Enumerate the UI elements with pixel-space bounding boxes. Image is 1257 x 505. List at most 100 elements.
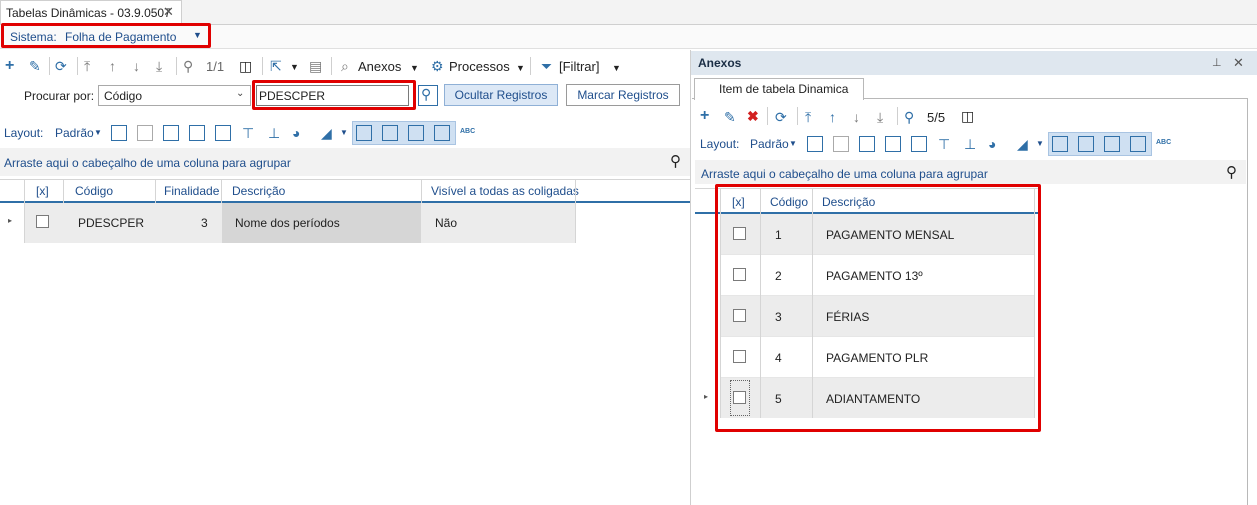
move-down-icon[interactable] — [215, 125, 231, 141]
toolbar-separator — [77, 57, 78, 75]
toolbar-separator — [331, 57, 332, 75]
wrap-icon[interactable] — [163, 125, 179, 141]
move-down-icon[interactable] — [911, 136, 927, 152]
row-indicator-icon: ▸ — [8, 216, 13, 225]
gear-icon[interactable]: ⚙ — [431, 58, 444, 74]
grid-border — [0, 179, 690, 180]
chevron-down-icon[interactable]: ▼ — [789, 139, 797, 148]
edit-icon[interactable]: ✎ — [724, 109, 736, 125]
pin-icon[interactable]: ⊥ — [964, 136, 976, 152]
chevron-down-icon[interactable]: ▼ — [516, 60, 525, 76]
highlight-box-search — [252, 80, 416, 110]
tab-label: Item de tabela Dinamica — [719, 82, 849, 96]
document-tab-strip — [0, 0, 1257, 25]
view-mode-3-icon[interactable] — [408, 125, 424, 141]
move-up-icon[interactable] — [189, 125, 205, 141]
column-header-visivel[interactable]: Visível a todas as coligadas — [431, 184, 579, 198]
next-record-icon[interactable]: ↓ — [133, 58, 140, 74]
wrap-icon[interactable] — [859, 136, 875, 152]
pin-icon[interactable]: ⊥ — [1212, 56, 1222, 69]
paint-icon[interactable]: ⊤ — [938, 136, 950, 152]
view-mode-4-icon[interactable] — [1130, 136, 1146, 152]
add-row-icon[interactable] — [111, 125, 127, 141]
magnifier-icon[interactable]: ⚲ — [904, 109, 914, 125]
ocultar-registros-button[interactable]: Ocultar Registros — [444, 84, 558, 106]
refresh-icon[interactable]: ⟳ — [775, 109, 787, 125]
filter-menu[interactable]: [Filtrar] — [559, 59, 599, 74]
refresh-icon[interactable]: ⟳ — [55, 58, 67, 74]
color-icon[interactable]: ◕ — [988, 136, 996, 152]
edit-icon[interactable]: ✎ — [29, 58, 41, 74]
column-header-codigo[interactable]: Código — [75, 184, 113, 198]
abc-icon[interactable]: ABC — [460, 128, 475, 135]
chevron-down-icon[interactable]: ▼ — [410, 60, 419, 76]
view-mode-1-icon[interactable] — [1052, 136, 1068, 152]
group-hint: Arraste aqui o cabeçalho de uma coluna p… — [701, 167, 988, 181]
first-record-icon[interactable]: ⤒ — [84, 58, 90, 74]
search-icon[interactable]: ⚲ — [1226, 163, 1237, 181]
paint-icon[interactable]: ⊤ — [242, 125, 254, 141]
record-position: 5/5 — [927, 110, 946, 125]
chart-icon[interactable]: ◢ — [1017, 136, 1028, 152]
cell-codigo: PDESCPER — [78, 216, 145, 230]
remove-row-icon[interactable] — [137, 125, 153, 141]
move-up-icon[interactable] — [885, 136, 901, 152]
layout-select[interactable]: Padrão — [55, 126, 94, 140]
view-mode-3-icon[interactable] — [1104, 136, 1120, 152]
chevron-down-icon[interactable]: ▼ — [612, 60, 621, 76]
search-field-value: Código — [104, 89, 143, 103]
chevron-down-icon[interactable]: ⌄ — [236, 88, 244, 99]
previous-record-icon[interactable]: ↑ — [829, 109, 836, 125]
close-icon[interactable]: ✕ — [1233, 55, 1244, 71]
filter-icon[interactable]: ⏷ — [541, 58, 552, 74]
anexos-menu[interactable]: Anexos — [358, 59, 401, 74]
add-icon[interactable]: + — [700, 108, 709, 124]
view-mode-4-icon[interactable] — [434, 125, 450, 141]
anexos-panel-title: Anexos — [698, 56, 742, 70]
chevron-down-icon[interactable]: ▼ — [340, 128, 348, 137]
columns-icon[interactable]: ◫ — [961, 108, 974, 124]
toolbar-separator — [530, 57, 531, 75]
previous-record-icon[interactable]: ↑ — [109, 58, 116, 74]
view-mode-1-icon[interactable] — [356, 125, 372, 141]
marcar-registros-button[interactable]: Marcar Registros — [566, 84, 680, 106]
search-icon: ⚲ — [421, 86, 432, 102]
columns-icon[interactable]: ◫ — [239, 58, 252, 74]
first-record-icon[interactable]: ⤒ — [805, 109, 811, 125]
next-record-icon[interactable]: ↓ — [853, 109, 860, 125]
column-header-descricao[interactable]: Descrição — [232, 184, 285, 198]
row-indicator-icon: ▸ — [704, 392, 709, 401]
last-record-icon[interactable]: ⤓ — [877, 109, 883, 125]
toolbar-separator — [49, 57, 50, 75]
pin-icon[interactable]: ⊥ — [268, 125, 280, 141]
processos-menu[interactable]: Processos — [449, 59, 510, 74]
document-icon[interactable]: ▤ — [309, 58, 322, 74]
paperclip-icon[interactable]: ⌕ — [341, 58, 349, 74]
toolbar-separator — [797, 107, 798, 125]
toolbar-separator — [176, 57, 177, 75]
remove-row-icon[interactable] — [833, 136, 849, 152]
row-checkbox[interactable] — [36, 215, 49, 228]
add-icon[interactable]: + — [5, 58, 14, 74]
document-tab-title: Tabelas Dinâmicas - 03.9.0507 — [6, 6, 171, 20]
view-mode-2-icon[interactable] — [1078, 136, 1094, 152]
add-row-icon[interactable] — [807, 136, 823, 152]
last-record-icon[interactable]: ⤓ — [156, 58, 162, 74]
chevron-down-icon[interactable]: ▼ — [1036, 139, 1044, 148]
close-icon[interactable]: ✕ — [163, 4, 174, 20]
chevron-down-icon[interactable]: ▼ — [94, 128, 102, 137]
chevron-down-icon[interactable]: ▼ — [290, 59, 299, 75]
delete-icon[interactable]: ✖ — [747, 108, 759, 124]
search-icon[interactable]: ⚲ — [670, 152, 681, 170]
color-icon[interactable]: ◕ — [292, 125, 300, 141]
chart-icon[interactable]: ◢ — [321, 125, 332, 141]
layout-select[interactable]: Padrão — [750, 137, 789, 151]
view-mode-2-icon[interactable] — [382, 125, 398, 141]
magnifier-icon[interactable]: ⚲ — [183, 58, 193, 74]
layout-label: Layout: — [4, 126, 44, 140]
abc-icon[interactable]: ABC — [1156, 139, 1171, 146]
export-icon[interactable]: ⇱ — [270, 58, 282, 74]
cell-visivel: Não — [435, 216, 458, 230]
column-header-checkbox[interactable]: [x] — [36, 184, 49, 198]
column-header-finalidade[interactable]: Finalidade — [164, 184, 219, 198]
